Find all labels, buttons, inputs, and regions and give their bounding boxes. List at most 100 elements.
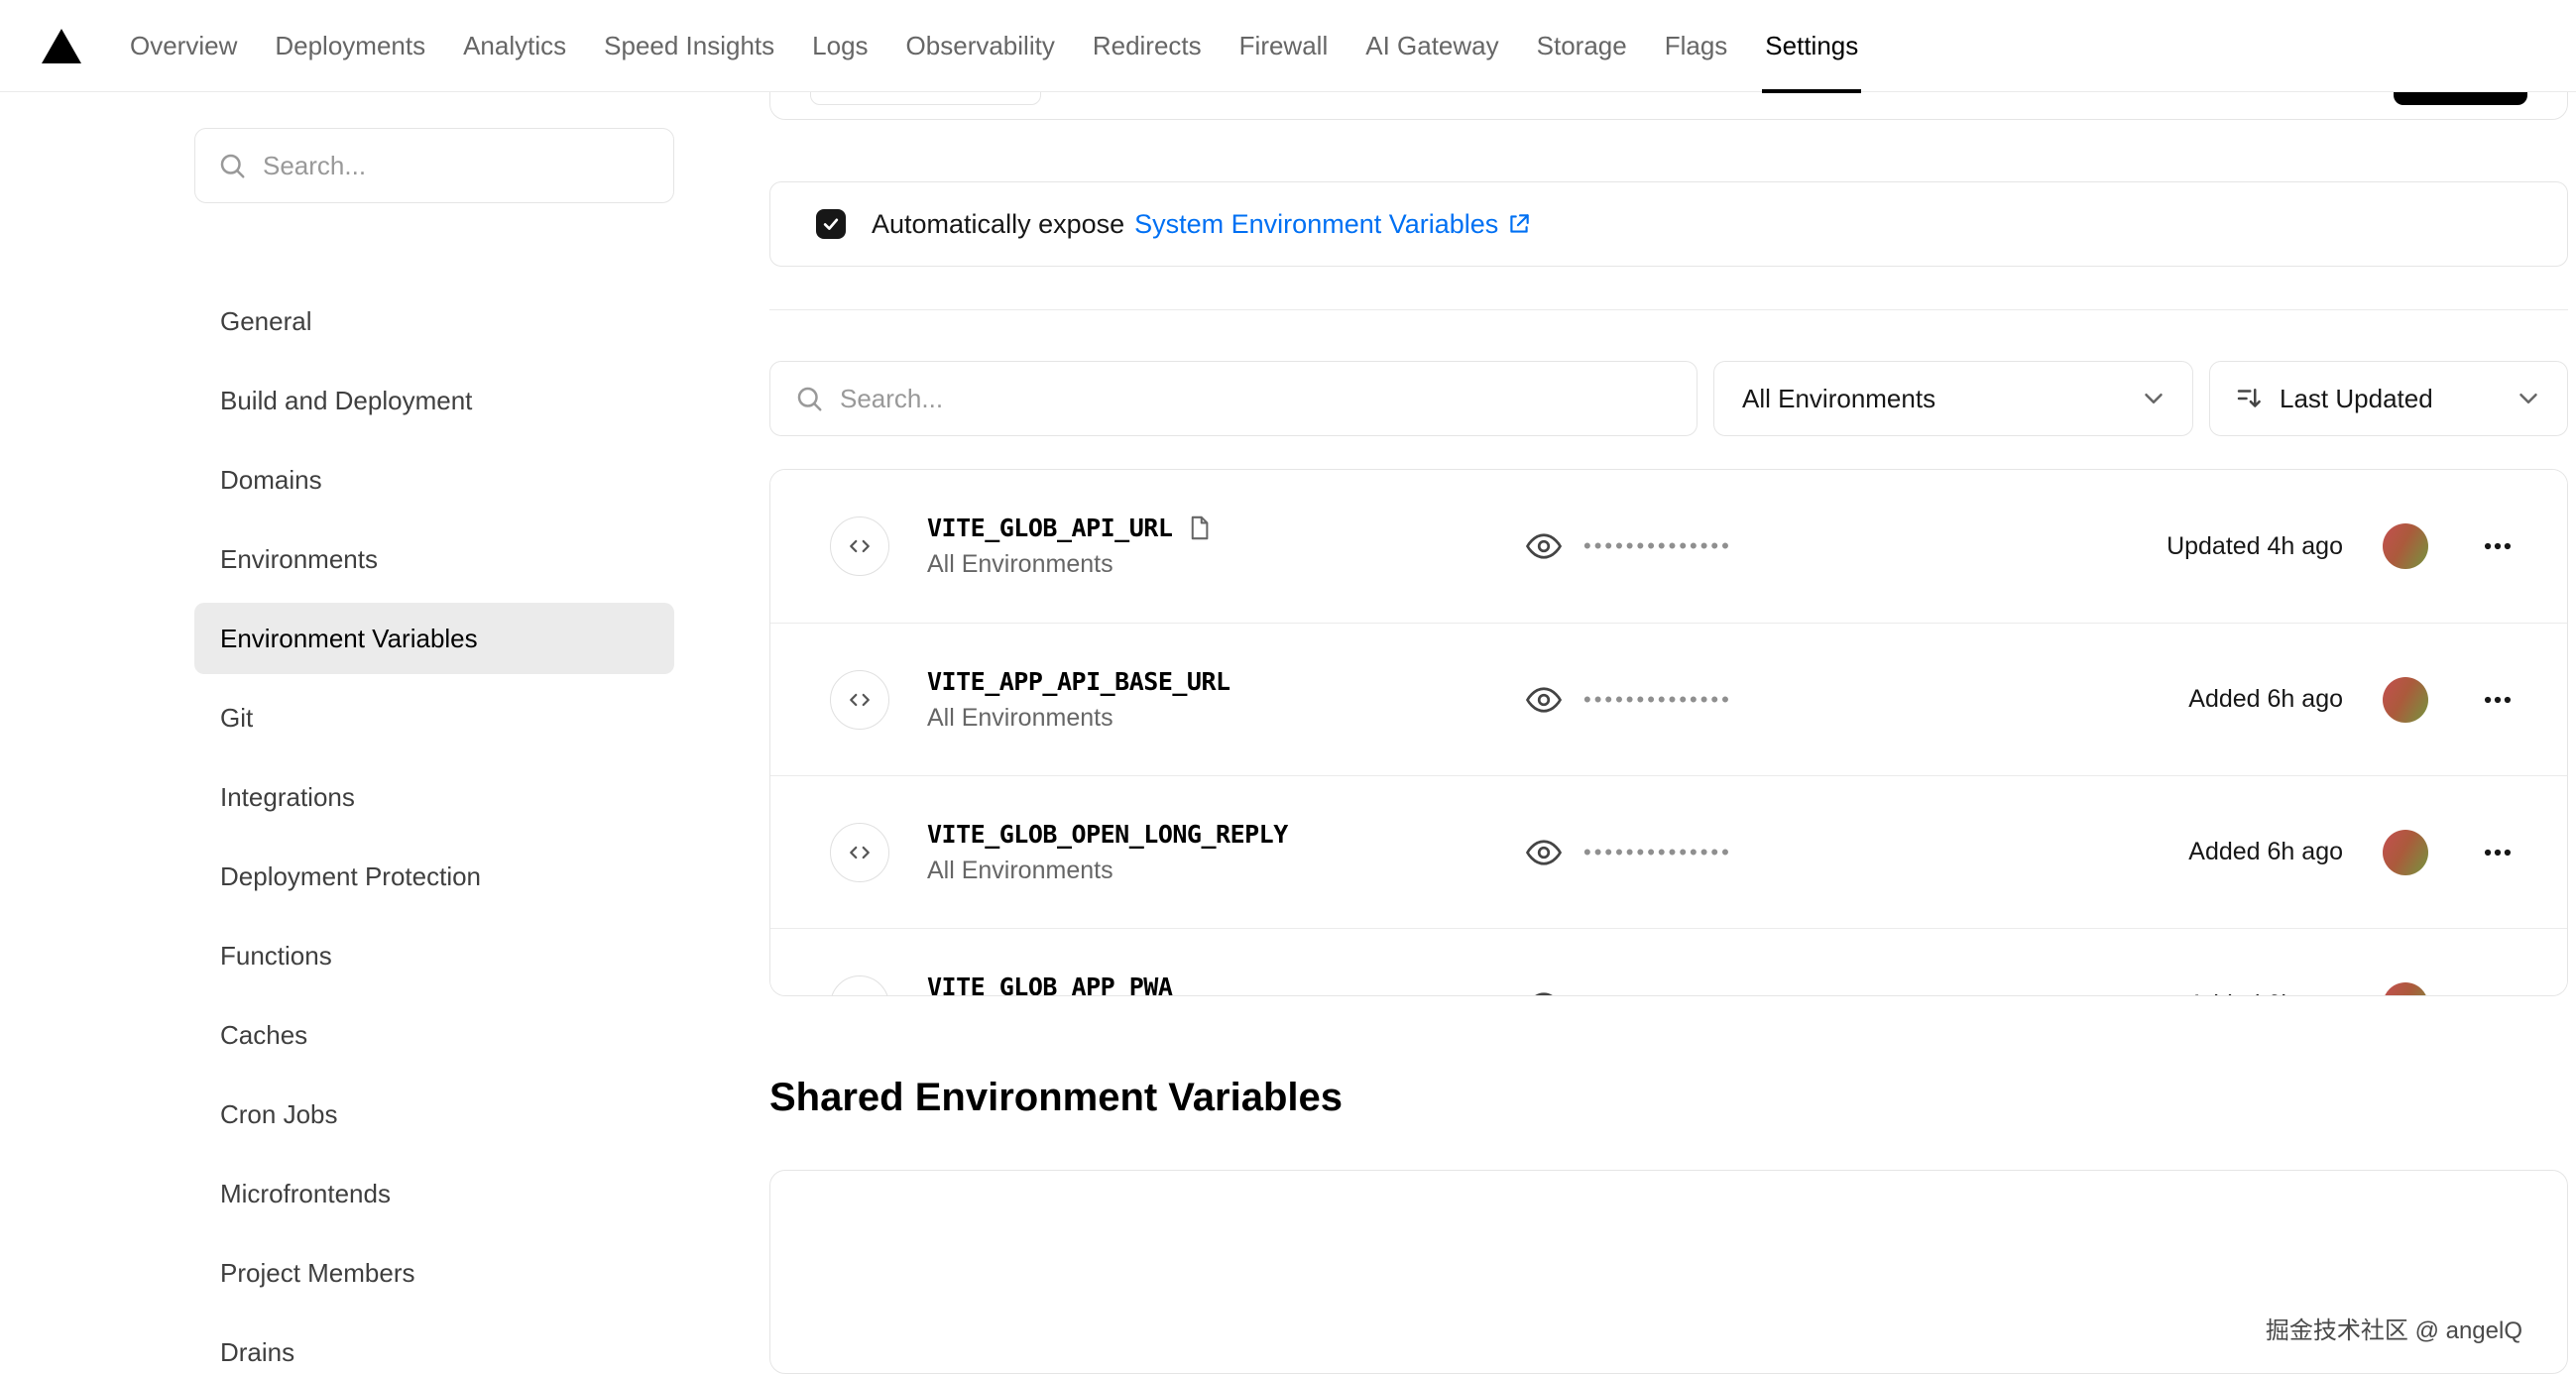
variables-filter-row: All Environments Last Updated [769,361,2568,436]
avatar [2383,677,2428,723]
auto-expose-checkbox[interactable] [816,209,846,239]
eye-icon[interactable] [1526,987,1562,996]
ellipsis-icon [2481,683,2515,717]
sidebar-item-deployment-protection[interactable]: Deployment Protection [194,841,674,912]
code-icon [830,823,889,882]
save-button[interactable]: Save [2394,92,2527,105]
row-menu-button[interactable] [2472,520,2523,572]
sidebar-search-input[interactable] [263,151,651,181]
nav-tab-deployments[interactable]: Deployments [256,0,444,92]
row-menu-button[interactable] [2472,979,2523,996]
nav-tab-overview[interactable]: Overview [111,0,256,92]
sidebar-item-general[interactable]: General [194,286,674,357]
variable-meta: Added 6h ago [2188,990,2343,995]
env-variable-row: VITE_GLOB_OPEN_LONG_REPLY All Environmen… [770,775,2567,928]
variable-name: VITE_APP_API_BASE_URL [927,667,1230,696]
system-env-vars-link-label: System Environment Variables [1134,209,1498,240]
variable-value-mask: •••••••••••••• [1583,840,1732,865]
variable-identity: VITE_GLOB_API_URL All Environments [927,514,1482,579]
variable-meta: Added 6h ago [2188,685,2343,714]
page-layout: General Build and Deployment Domains Enviro… [0,92,2576,1374]
variable-value-mask: •••••••••••••• [1583,687,1732,713]
variable-identity: VITE_APP_API_BASE_URL All Environments [927,667,1482,733]
nav-tab-settings[interactable]: Settings [1746,0,1877,92]
avatar [2383,982,2428,996]
variable-secret: •••••••••••••• [1482,987,2188,996]
import-env-button[interactable]: Import .env [810,92,1041,105]
sidebar-search-box[interactable] [194,128,674,203]
variable-scope: All Environments [927,857,1482,885]
avatar [2383,523,2428,569]
sidebar-item-cron-jobs[interactable]: Cron Jobs [194,1079,674,1150]
sidebar-item-microfrontends[interactable]: Microfrontends [194,1158,674,1229]
sidebar-item-caches[interactable]: Caches [194,999,674,1071]
variable-scope: All Environments [927,550,1482,579]
sidebar-item-drains[interactable]: Drains [194,1317,674,1374]
env-variable-row: VITE_GLOB_APP_PWA All Environments •••••… [770,928,2567,995]
ellipsis-icon [2481,529,2515,563]
variable-name: VITE_GLOB_API_URL [927,514,1172,542]
eye-icon[interactable] [1526,528,1562,564]
variable-identity: VITE_GLOB_APP_PWA All Environments [927,973,1482,996]
ellipsis-icon [2481,988,2515,996]
nav-tab-flags[interactable]: Flags [1646,0,1747,92]
watermark: 掘金技术社区 @ angelQ [2266,1311,2522,1345]
search-icon [794,384,824,413]
nav-tab-speed-insights[interactable]: Speed Insights [585,0,793,92]
note-icon[interactable] [1186,515,1213,541]
auto-expose-label: Automatically expose [872,209,1124,240]
variable-secret: •••••••••••••• [1482,682,2188,718]
check-icon [821,214,841,234]
eye-icon[interactable] [1526,682,1562,718]
variable-name: VITE_GLOB_APP_PWA [927,973,1172,996]
nav-tab-observability[interactable]: Observability [887,0,1074,92]
shared-env-vars-heading: Shared Environment Variables [769,1076,2568,1120]
variables-search-input[interactable] [840,384,1673,414]
row-menu-button[interactable] [2472,674,2523,726]
sort-value: Last Updated [2280,384,2433,414]
nav-tab-ai-gateway[interactable]: AI Gateway [1347,0,1517,92]
nav-tab-firewall[interactable]: Firewall [1221,0,1347,92]
sidebar-item-environment-variables[interactable]: Environment Variables [194,603,674,674]
nav-tab-logs[interactable]: Logs [793,0,886,92]
eye-icon[interactable] [1526,835,1562,870]
system-env-vars-link[interactable]: System Environment Variables [1134,209,1532,240]
environment-filter-value: All Environments [1742,384,1935,414]
auto-expose-card: Automatically expose System Environment … [769,181,2568,267]
sidebar-item-domains[interactable]: Domains [194,444,674,515]
code-icon [830,975,889,996]
settings-sidebar-list: General Build and Deployment Domains Enviro… [194,286,674,1374]
row-menu-button[interactable] [2472,827,2523,878]
search-icon [217,151,247,180]
env-variable-row: VITE_GLOB_API_URL All Environments •••••… [770,470,2567,623]
environment-filter-select[interactable]: All Environments [1713,361,2193,436]
sidebar-item-project-members[interactable]: Project Members [194,1237,674,1309]
env-editor-footer: Import .env or paste the .env contents a… [810,92,2527,105]
sidebar-item-build-and-deployment[interactable]: Build and Deployment [194,365,674,436]
external-link-icon [1506,211,1532,237]
vercel-logo-icon[interactable] [42,29,81,63]
variable-meta: Added 6h ago [2188,838,2343,866]
sidebar-item-git[interactable]: Git [194,682,674,753]
code-icon [830,670,889,730]
variable-value-mask: •••••••••••••• [1583,533,1732,559]
ellipsis-icon [2481,836,2515,869]
nav-tab-storage[interactable]: Storage [1518,0,1646,92]
variable-secret: •••••••••••••• [1482,528,2166,564]
code-icon [830,516,889,576]
sidebar-item-environments[interactable]: Environments [194,523,674,595]
variables-search-box[interactable] [769,361,1698,436]
auto-expose-text: Automatically expose System Environment … [872,209,1532,240]
main-content: Import .env or paste the .env contents a… [769,92,2576,1374]
nav-tab-analytics[interactable]: Analytics [444,0,585,92]
variable-scope: All Environments [927,704,1482,733]
variable-name: VITE_GLOB_OPEN_LONG_REPLY [927,820,1288,849]
sort-select[interactable]: Last Updated [2209,361,2568,436]
sort-icon [2234,384,2264,413]
variable-meta: Updated 4h ago [2166,532,2343,561]
sidebar-item-integrations[interactable]: Integrations [194,761,674,833]
top-nav-tabs: OverviewDeploymentsAnalyticsSpeed Insigh… [111,0,1877,92]
variable-value-mask: •••••••••••••• [1583,992,1732,996]
nav-tab-redirects[interactable]: Redirects [1074,0,1221,92]
sidebar-item-functions[interactable]: Functions [194,920,674,991]
